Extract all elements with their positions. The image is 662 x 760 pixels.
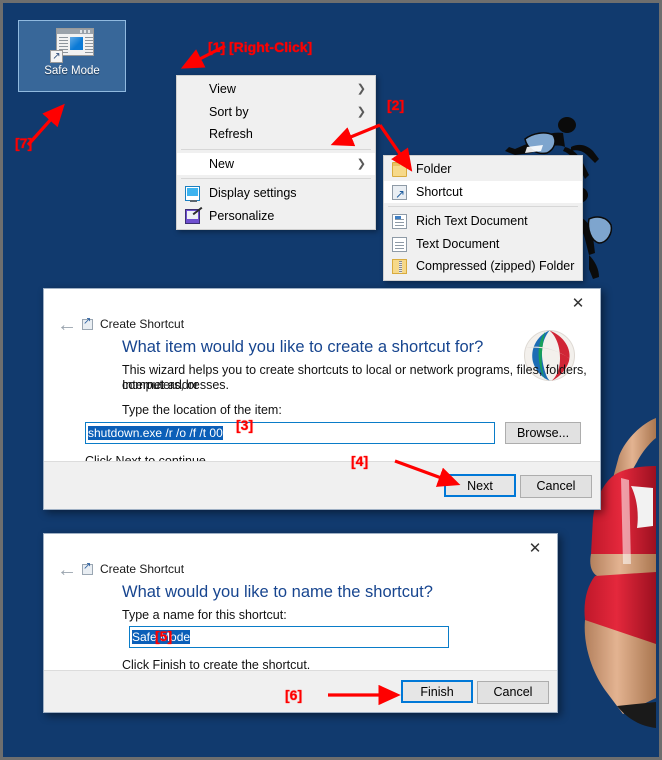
chevron-right-icon: ❯ <box>356 157 366 170</box>
desktop-icon-label: Safe Mode <box>44 65 100 77</box>
shortcut-arrow-icon: ↗ <box>50 50 63 63</box>
annotation-step-4: [4] <box>351 453 369 469</box>
shortcut-location-input[interactable]: shutdown.exe /r /o /f /t 00 <box>85 422 495 444</box>
annotation-step-3: [3] <box>236 417 254 433</box>
windows-desktop[interactable]: ↗ Safe Mode View ❯ Sort by ❯ Refresh New… <box>3 3 659 757</box>
create-shortcut-dialog-location[interactable]: ✕ ← Create Shortcut What item would you … <box>43 288 601 510</box>
back-icon[interactable]: ← <box>57 315 77 335</box>
menu-item-personalize[interactable]: Personalize <box>177 205 375 228</box>
menu-separator <box>181 178 371 179</box>
dialog-app-title-text: Create Shortcut <box>100 562 185 576</box>
menu-item-label: Refresh <box>209 127 253 141</box>
cancel-button[interactable]: Cancel <box>520 475 592 498</box>
chevron-right-icon: ❯ <box>356 83 366 95</box>
menu-item-label: Display settings <box>209 186 297 200</box>
dialog-body-line-2: Internet addresses. <box>122 378 230 392</box>
dialog-heading: What would you like to name the shortcut… <box>122 583 433 601</box>
menu-item-label: Personalize <box>209 208 275 223</box>
new-submenu[interactable]: Folder Shortcut Rich Text Document Text … <box>383 155 583 281</box>
close-icon[interactable]: ✕ <box>513 534 557 561</box>
dialog-app-title: Create Shortcut <box>82 316 185 331</box>
finish-button[interactable]: Finish <box>401 680 473 703</box>
submenu-item-label: Shortcut <box>416 184 463 199</box>
shortcut-icon <box>392 183 407 205</box>
browse-button[interactable]: Browse... <box>505 422 581 444</box>
menu-separator <box>181 148 371 150</box>
next-button[interactable]: Next <box>444 474 516 497</box>
menu-item-display-settings[interactable]: Display settings <box>177 182 375 205</box>
screenshot-root: ↗ Safe Mode View ❯ Sort by ❯ Refresh New… <box>0 0 662 760</box>
submenu-item-label: Rich Text Document <box>416 214 528 228</box>
dialog-footer: Next Cancel <box>44 461 600 509</box>
submenu-item-text-document[interactable]: Text Document <box>384 233 582 256</box>
submenu-item-label: Text Document <box>416 236 500 251</box>
create-shortcut-dialog-name[interactable]: ✕ ← Create Shortcut What would you like … <box>43 533 558 713</box>
chevron-right-icon: ❯ <box>356 105 366 118</box>
dialog-field-label: Type a name for this shortcut: <box>122 608 287 622</box>
submenu-item-label: Folder <box>416 162 452 176</box>
submenu-item-label: Compressed (zipped) Folder <box>416 259 575 273</box>
shortcut-icon <box>82 561 93 575</box>
shortcut-name-input[interactable]: Safe Mode <box>129 626 449 648</box>
menu-item-label: Sort by <box>209 104 249 119</box>
shortcut-icon <box>82 316 93 330</box>
annotation-step-1: [1] [Right-Click] <box>208 39 313 55</box>
dialog-app-title-text: Create Shortcut <box>100 317 185 331</box>
monitor-icon <box>185 186 200 202</box>
cancel-button[interactable]: Cancel <box>477 681 549 704</box>
menu-item-view[interactable]: View ❯ <box>177 78 375 101</box>
dialog-app-title: Create Shortcut <box>82 561 185 576</box>
desktop-icon-safe-mode[interactable]: ↗ Safe Mode <box>18 20 126 92</box>
zip-icon <box>392 259 407 274</box>
submenu-item-folder[interactable]: Folder <box>384 158 582 181</box>
menu-item-label: View <box>209 82 236 96</box>
folder-icon <box>392 162 407 177</box>
menu-item-new[interactable]: New ❯ <box>177 152 375 175</box>
annotation-step-7: [7] <box>15 135 33 151</box>
rtf-icon <box>392 214 407 229</box>
back-icon[interactable]: ← <box>57 560 77 580</box>
annotation-step-6: [6] <box>285 687 303 703</box>
shortcut-window-icon: ↗ <box>50 26 94 63</box>
paintbrush-icon <box>185 208 200 224</box>
annotation-step-5: [5] <box>155 628 173 644</box>
dialog-heading: What item would you like to create a sho… <box>122 338 484 356</box>
submenu-item-rich-text-document[interactable]: Rich Text Document <box>384 210 582 233</box>
shortcut-location-value: shutdown.exe /r /o /f /t 00 <box>88 426 223 440</box>
close-icon[interactable]: ✕ <box>556 289 600 316</box>
menu-item-refresh[interactable]: Refresh <box>177 123 375 146</box>
menu-item-sort-by[interactable]: Sort by ❯ <box>177 101 375 124</box>
menu-separator <box>388 206 578 207</box>
submenu-item-compressed-folder[interactable]: Compressed (zipped) Folder <box>384 255 582 278</box>
dialog-field-label: Type the location of the item: <box>122 403 282 417</box>
submenu-item-shortcut[interactable]: Shortcut <box>384 180 582 205</box>
desktop-context-menu[interactable]: View ❯ Sort by ❯ Refresh New ❯ Display s… <box>176 75 376 230</box>
annotation-step-2: [2] <box>387 97 405 113</box>
text-icon <box>392 236 407 252</box>
menu-item-label: New <box>209 156 235 171</box>
